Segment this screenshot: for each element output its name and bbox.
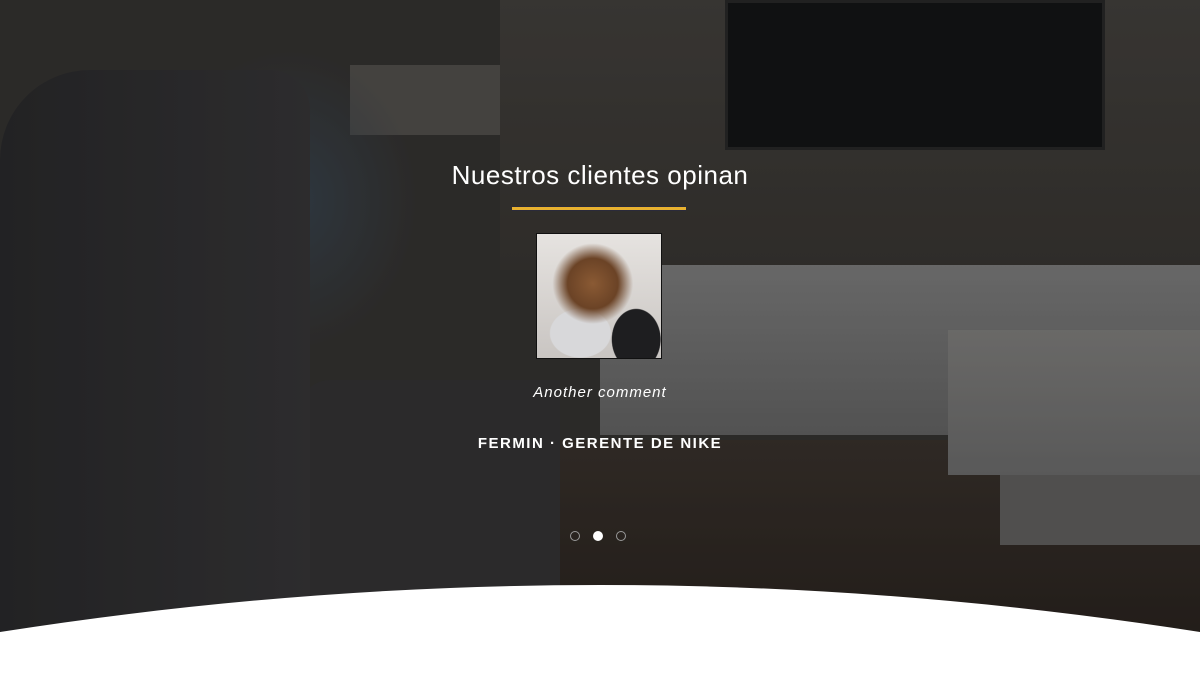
testimonial-avatar bbox=[536, 233, 662, 359]
testimonial-comment: Another comment bbox=[533, 384, 667, 401]
bottom-curve-divider bbox=[0, 585, 1200, 682]
pagination-dot-2[interactable] bbox=[593, 531, 603, 541]
section-title: Nuestros clientes opinan bbox=[451, 160, 749, 190]
pagination-dot-1[interactable] bbox=[570, 531, 580, 541]
testimonials-hero: Nuestros clientes opinan Another comment… bbox=[0, 0, 1200, 682]
slider-pagination bbox=[570, 531, 626, 541]
pagination-dot-3[interactable] bbox=[616, 531, 626, 541]
testimonial-author: FERMIN · GERENTE DE NIKE bbox=[477, 435, 723, 452]
testimonial-slider: Nuestros clientes opinan Another comment… bbox=[0, 0, 1200, 682]
title-underline bbox=[512, 206, 686, 211]
